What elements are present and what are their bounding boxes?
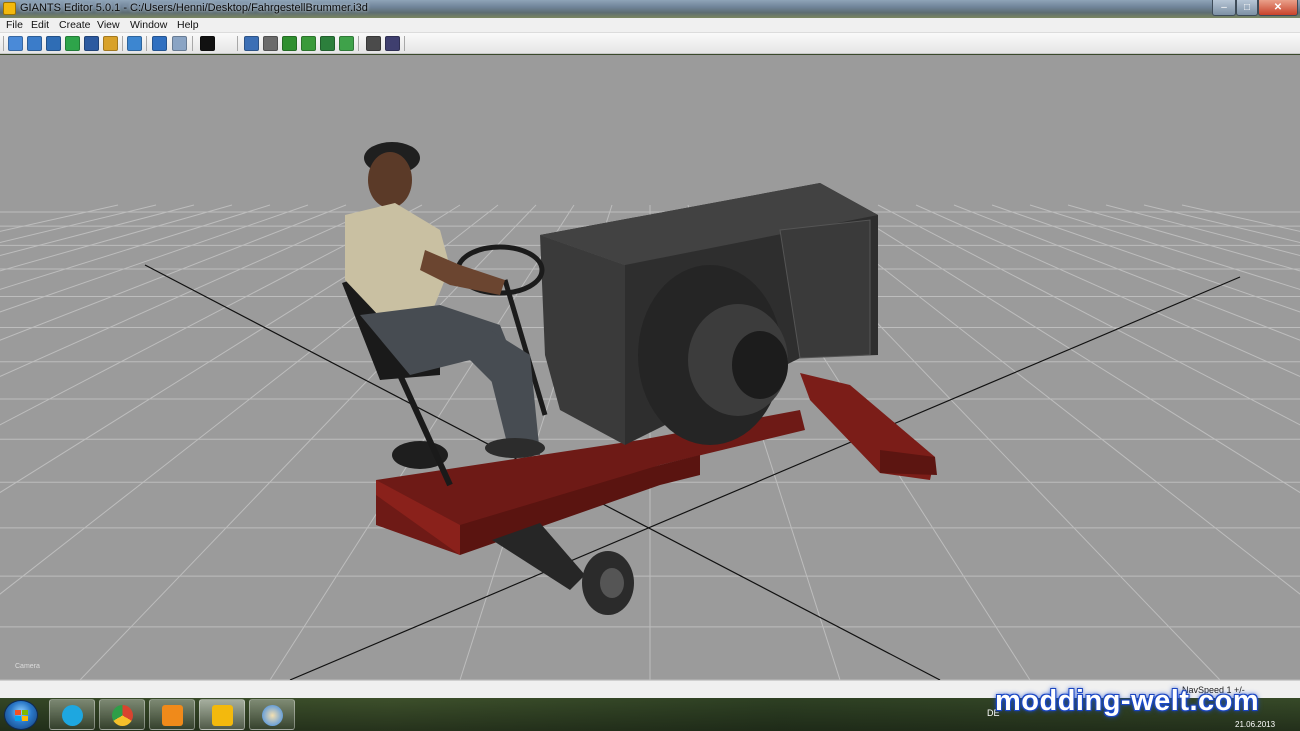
- desktop: GIANTS Editor 5.0.1 - C:/Users/Henni/Des…: [0, 0, 1300, 731]
- menu-edit[interactable]: Edit: [31, 19, 49, 31]
- terrain-raise-icon[interactable]: [282, 36, 297, 51]
- home-icon[interactable]: [244, 36, 259, 51]
- menu-view[interactable]: View: [97, 19, 120, 31]
- menu-window[interactable]: Window: [130, 19, 167, 31]
- 3d-viewport[interactable]: Camera: [0, 55, 1300, 680]
- save-icon[interactable]: [84, 36, 99, 51]
- maximize-button[interactable]: □: [1236, 0, 1258, 16]
- giants-editor-icon: [212, 705, 233, 726]
- tray-date[interactable]: 21.06.2013: [1235, 720, 1275, 729]
- camera-label: Camera: [15, 663, 40, 670]
- window-title-bar[interactable]: GIANTS Editor 5.0.1 - C:/Users/Henni/Des…: [0, 0, 1300, 18]
- menu-create[interactable]: Create: [59, 19, 91, 31]
- chrome-icon: [112, 705, 133, 726]
- toolbar-separator: [192, 36, 193, 51]
- minimize-button[interactable]: –: [1212, 0, 1236, 16]
- magnet-icon[interactable]: [263, 36, 278, 51]
- main-toolbar: [0, 33, 1300, 54]
- foliage-paint-icon[interactable]: [339, 36, 354, 51]
- taskbar-giants-editor[interactable]: [199, 699, 245, 730]
- terrain-detail-icon[interactable]: [385, 36, 400, 51]
- import-icon[interactable]: [46, 36, 61, 51]
- window-title: GIANTS Editor 5.0.1 - C:/Users/Henni/Des…: [20, 2, 368, 14]
- toolbar-separator: [358, 36, 359, 51]
- giants-app-icon: [3, 2, 16, 15]
- taskbar-chrome[interactable]: [99, 699, 145, 730]
- play-icon[interactable]: [200, 36, 215, 51]
- undo-icon[interactable]: [152, 36, 167, 51]
- toolbar-separator: [122, 36, 123, 51]
- texture-paint-icon[interactable]: [366, 36, 381, 51]
- menu-help[interactable]: Help: [177, 19, 199, 31]
- save-all-icon[interactable]: [103, 36, 118, 51]
- vehicle-model[interactable]: [342, 142, 937, 615]
- taskbar-media-player[interactable]: [149, 699, 195, 730]
- start-button[interactable]: [4, 700, 38, 730]
- toolbar-separator: [404, 36, 405, 51]
- toolbar-separator: [3, 36, 4, 51]
- terrain-smooth-icon[interactable]: [320, 36, 335, 51]
- terrain-lower-icon[interactable]: [301, 36, 316, 51]
- toolbar-separator: [237, 36, 238, 51]
- reload-icon[interactable]: [65, 36, 80, 51]
- new-icon[interactable]: [8, 36, 23, 51]
- redo-icon[interactable]: [172, 36, 187, 51]
- toolbar-separator: [146, 36, 147, 51]
- menu-bar: File Edit Create View Window Help: [0, 18, 1300, 33]
- watermark-logo: modding-welt.com: [995, 685, 1260, 717]
- menu-file[interactable]: File: [6, 19, 23, 31]
- open-icon[interactable]: [27, 36, 42, 51]
- select-icon[interactable]: [127, 36, 142, 51]
- skype-icon: [62, 705, 83, 726]
- close-button[interactable]: ✕: [1258, 0, 1298, 16]
- paint-icon: [262, 705, 283, 726]
- media-player-icon: [162, 705, 183, 726]
- windows-logo-icon: [15, 710, 28, 721]
- taskbar-paint[interactable]: [249, 699, 295, 730]
- scene-render[interactable]: [0, 55, 1300, 680]
- taskbar-skype[interactable]: [49, 699, 95, 730]
